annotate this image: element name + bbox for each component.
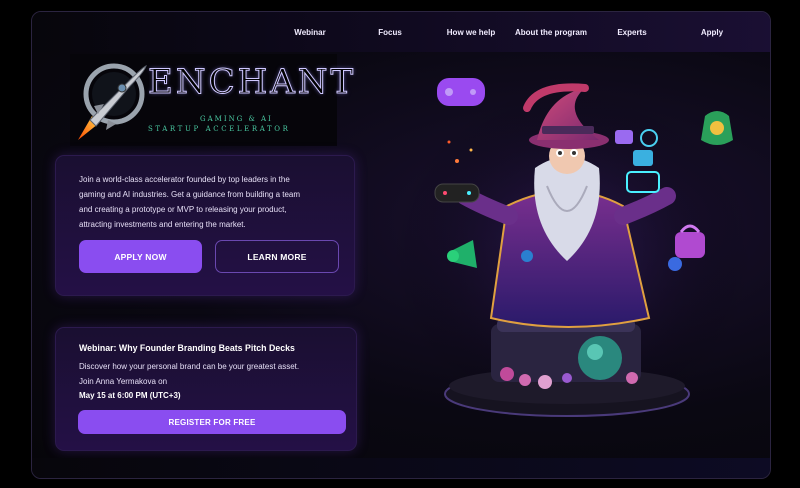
nav-how-we-help[interactable]: How we help — [447, 28, 495, 37]
nav-menu: Webinar Focus How we help About the prog… — [32, 12, 770, 52]
rocket-icon — [78, 63, 147, 140]
webinar-card: Webinar: Why Founder Branding Beats Pitc… — [55, 327, 357, 451]
logo-wordmark: ENCHANT — [147, 62, 357, 103]
learn-more-button[interactable]: LEARN MORE — [215, 240, 339, 273]
apply-now-button[interactable]: APPLY NOW — [79, 240, 202, 273]
wizard-illustration — [392, 78, 752, 426]
intro-card: Join a world-class accelerator founded b… — [55, 155, 355, 296]
intro-line: Join a world-class accelerator founded b… — [79, 175, 290, 184]
webinar-host: Join Anna Yermakova on — [79, 377, 168, 386]
page-frame: Webinar Focus How we help About the prog… — [31, 11, 771, 479]
top-navigation: Webinar Focus How we help About the prog… — [32, 12, 770, 52]
intro-line: and creating a prototype or MVP to relea… — [79, 205, 287, 214]
bottom-bar — [32, 458, 770, 478]
intro-line: attracting investments and entering the … — [79, 220, 246, 229]
nav-apply[interactable]: Apply — [701, 28, 723, 37]
intro-line: gaming and AI industries. Get a guidance… — [79, 190, 301, 199]
webinar-date: May 15 at 6:00 PM (UTC+3) — [79, 391, 181, 400]
webinar-description: Discover how your personal brand can be … — [79, 362, 300, 371]
intro-description: Join a world-class accelerator founded b… — [79, 172, 341, 232]
money-bag-icon — [701, 111, 733, 145]
logo-subtitle-line1: GAMING & AI — [200, 115, 273, 123]
register-button[interactable]: REGISTER FOR FREE — [78, 410, 346, 434]
webinar-title: Webinar: Why Founder Branding Beats Pitc… — [79, 343, 295, 353]
nav-webinar[interactable]: Webinar — [294, 28, 325, 37]
game-controller-icon — [437, 78, 485, 106]
nav-focus[interactable]: Focus — [378, 28, 402, 37]
nav-about-program[interactable]: About the program — [515, 28, 587, 37]
logo-subtitle-line2: STARTUP ACCELERATOR — [148, 125, 291, 133]
nav-experts[interactable]: Experts — [617, 28, 646, 37]
enchant-logo[interactable]: ENCHANT GAMING & AI STARTUP ACCELERATOR — [70, 54, 354, 146]
